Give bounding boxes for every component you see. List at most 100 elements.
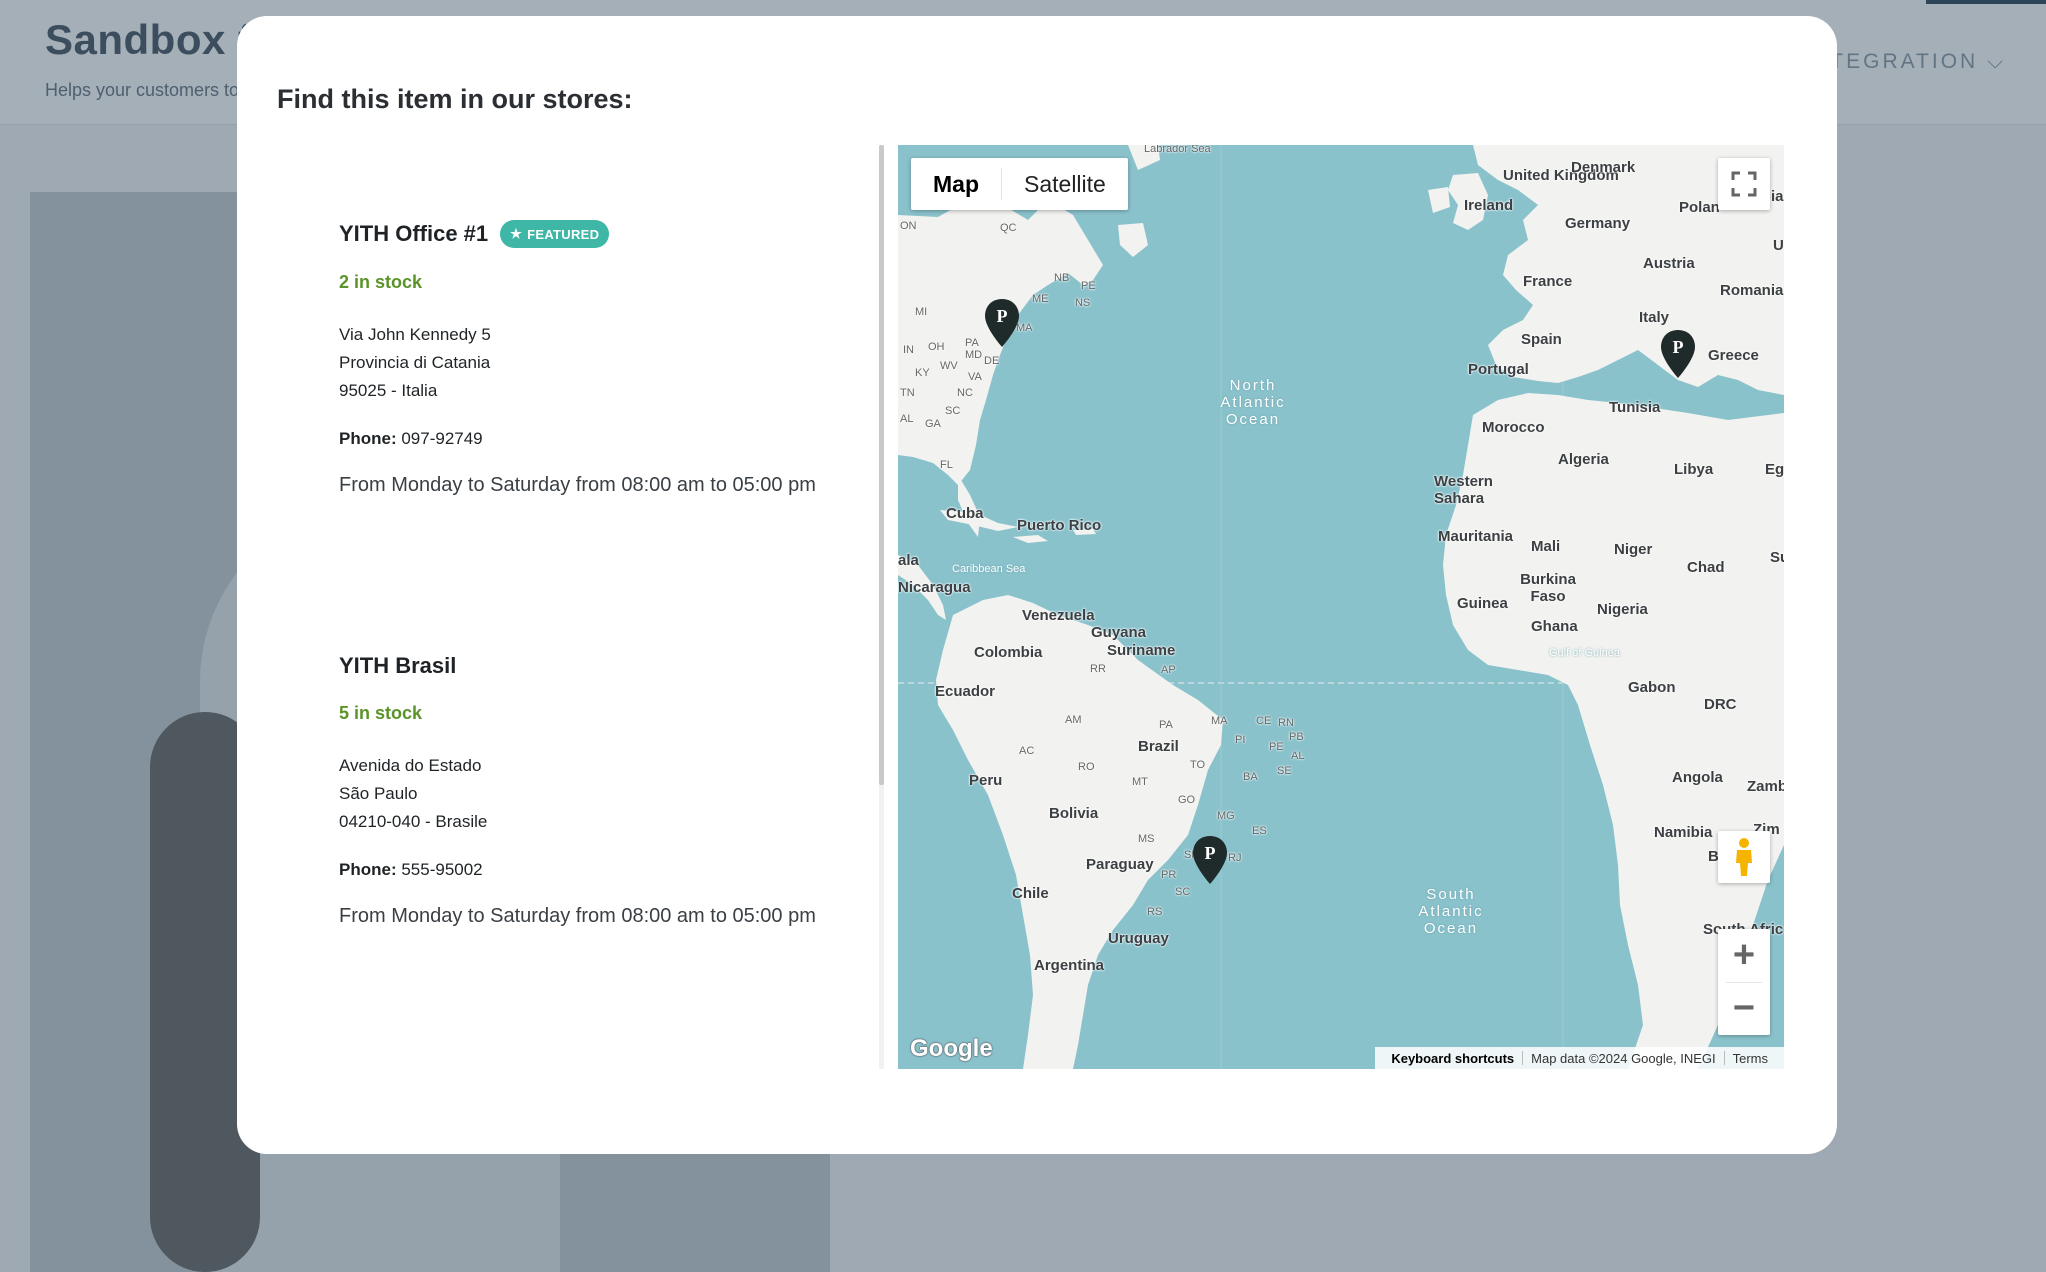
map-label: Romania [1720, 282, 1784, 299]
address-line: São Paulo [339, 784, 418, 803]
map-label: North Atlantic Ocean [1220, 377, 1286, 428]
map-label: OH [928, 341, 945, 353]
plus-icon: + [1732, 933, 1756, 976]
map-label: Guinea [1457, 595, 1508, 612]
map-label: MT [1132, 776, 1148, 788]
star-icon: ★ [510, 226, 523, 241]
map-label: Algeria [1558, 451, 1609, 468]
map-label: NC [957, 387, 973, 399]
featured-badge: ★ FEATURED [500, 220, 610, 248]
pin-letter: P [1205, 843, 1216, 863]
map-label: CE [1256, 715, 1272, 727]
map-label: Nicaragua [898, 579, 971, 596]
map-label: Tunisia [1609, 399, 1661, 416]
store-pin-marker[interactable]: P [984, 298, 1020, 348]
map-label: KY [915, 367, 930, 379]
street-view-pegman-button[interactable] [1718, 831, 1770, 883]
map-label: IN [903, 344, 914, 356]
map-label: Eg [1765, 461, 1784, 478]
map-label: PA [1159, 719, 1173, 731]
map-label: Libya [1674, 461, 1714, 478]
pin-letter: P [997, 306, 1008, 326]
map-label: PE [1269, 741, 1284, 753]
map-type-satellite-button[interactable]: Satellite [1002, 158, 1128, 210]
map-label: Niger [1614, 541, 1653, 558]
phone-number: 097-92749 [401, 429, 483, 448]
map-label: TN [900, 387, 915, 399]
map-label: AL [900, 413, 914, 425]
map-label: PA [965, 337, 979, 349]
address-line: 04210-040 - Brasile [339, 812, 488, 831]
map-label: France [1523, 273, 1573, 290]
map-label: Peru [969, 772, 1003, 789]
map-label: Burkina Faso [1520, 571, 1576, 605]
zoom-out-button[interactable]: − [1718, 982, 1770, 1035]
map-label: Germany [1565, 215, 1631, 232]
map-label: AL [1291, 750, 1305, 762]
map-label: Ecuador [935, 683, 996, 700]
map-label: Argentina [1034, 957, 1105, 974]
map-label: U [1773, 237, 1784, 254]
store-name: YITH Office #1 [339, 221, 489, 246]
map-label: Colombia [974, 644, 1043, 661]
map-label: PB [1289, 731, 1304, 743]
map-label: RO [1078, 761, 1095, 773]
map-label: Puerto Rico [1017, 517, 1102, 534]
store-pin-marker[interactable]: P [1660, 329, 1696, 379]
store-item[interactable]: YITH Brasil 5 in stock Avenida do Estado… [339, 653, 839, 930]
map-label: Brazil [1138, 738, 1179, 755]
map-label: Guyana [1091, 624, 1147, 641]
map-label: SC [945, 405, 961, 417]
map-label: MS [1138, 833, 1155, 845]
store-item[interactable]: YITH Office #1 ★ FEATURED 2 in stock Via … [339, 220, 839, 499]
map-label: Denmark [1571, 159, 1636, 176]
store-pin-marker[interactable]: P [1192, 835, 1228, 885]
map-label: SE [1277, 765, 1292, 777]
store-hours: From Monday to Saturday from 08:00 am to… [339, 474, 816, 496]
map-label: MI [915, 306, 928, 318]
map-label: MA [1211, 715, 1228, 727]
fullscreen-button[interactable] [1718, 158, 1770, 210]
map-label: Western Sahara [1434, 473, 1493, 507]
map-attribution-bar: Keyboard shortcuts Map data ©2024 Google… [1375, 1047, 1784, 1069]
map-label: Cuba [946, 505, 984, 522]
map-label: TO [1190, 759, 1206, 771]
map-label: Su [1770, 549, 1784, 566]
map-label: ES [1252, 825, 1267, 837]
map-type-control: Map Satellite [911, 158, 1128, 210]
stock-status: 2 in stock [339, 272, 423, 292]
map-label: NS [1075, 297, 1091, 309]
store-list-scrollbar-thumb[interactable] [879, 145, 884, 785]
map-label: Polan [1679, 199, 1720, 216]
map-label: MG [1217, 810, 1235, 822]
map-label: RN [1278, 717, 1294, 729]
map-label: RJ [1228, 852, 1242, 864]
terms-link[interactable]: Terms [1725, 1051, 1776, 1066]
map-type-map-button[interactable]: Map [911, 158, 1001, 210]
pegman-icon [1736, 838, 1752, 876]
store-map[interactable]: Labrador Sea United Kingdom Denmark Irel… [898, 145, 1784, 1069]
store-phone: Phone: 555-95002 [339, 860, 839, 880]
store-name: YITH Brasil [339, 653, 457, 678]
map-label: PI [1235, 734, 1246, 746]
pin-letter: P [1673, 337, 1684, 357]
map-label: Chad [1687, 559, 1725, 576]
map-label: VA [968, 371, 982, 383]
minus-icon: − [1732, 987, 1756, 1030]
store-hours: From Monday to Saturday from 08:00 am to… [339, 905, 816, 927]
keyboard-shortcuts-link[interactable]: Keyboard shortcuts [1383, 1051, 1522, 1066]
map-label: ON [900, 220, 917, 232]
map-label: Spain [1521, 331, 1562, 348]
map-label: Labrador Sea [1144, 145, 1211, 155]
map-label: Gulf of Guinea [1549, 647, 1620, 659]
map-label: RS [1147, 906, 1163, 918]
google-logo[interactable]: Google [910, 1035, 993, 1063]
phone-label: Phone: [339, 860, 397, 879]
modal-title: Find this item in our stores: [277, 84, 633, 114]
map-label: PE [1081, 280, 1096, 292]
map-label: Namibia [1654, 824, 1713, 841]
map-label: PR [1161, 869, 1177, 881]
zoom-in-button[interactable]: + [1718, 929, 1770, 982]
map-label: Gabon [1628, 679, 1676, 696]
map-label: Mali [1531, 538, 1561, 555]
